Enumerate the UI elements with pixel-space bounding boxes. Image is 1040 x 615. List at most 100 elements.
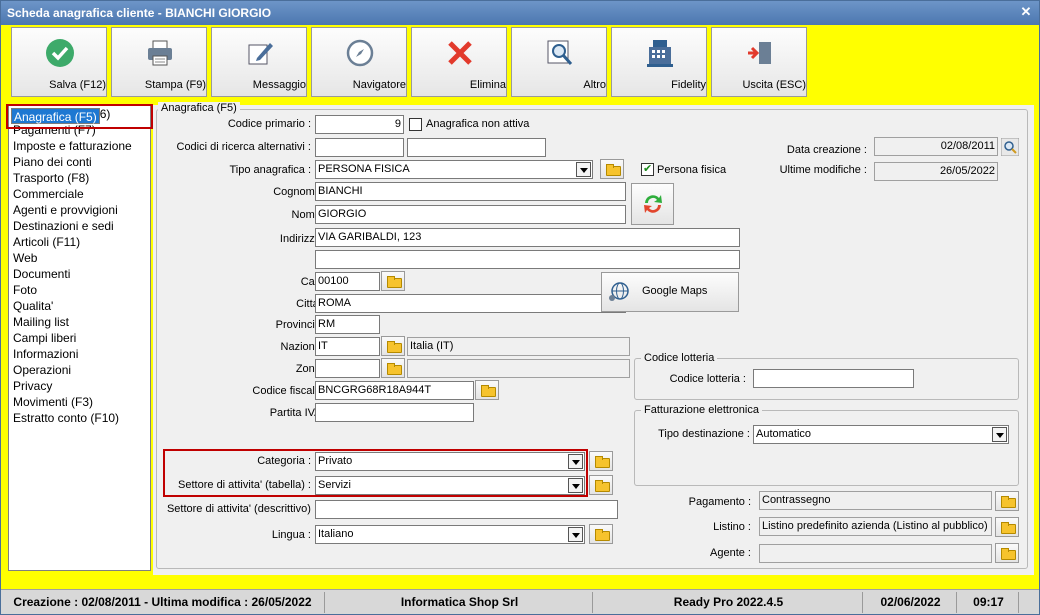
codici-alt-input-1[interactable]	[315, 138, 404, 157]
print-button[interactable]: Stampa (F9)	[111, 27, 207, 97]
exit-button[interactable]: Uscita (ESC)	[711, 27, 807, 97]
lotteria-group-title: Codice lotteria	[641, 352, 718, 364]
nav-item-destinazioni[interactable]: Destinazioni e sedi	[9, 218, 150, 234]
exit-label: Uscita (ESC)	[742, 79, 806, 91]
folder-icon[interactable]	[381, 336, 405, 356]
delete-button[interactable]: Elimina	[411, 27, 507, 97]
tipo-dest-value: Automatico	[756, 428, 812, 440]
folder-icon[interactable]	[475, 380, 499, 400]
codice-primario-input[interactable]: 9	[315, 115, 404, 134]
other-label: Altro	[583, 79, 606, 91]
zona-input[interactable]	[315, 359, 380, 378]
client-record-window: Scheda anagrafica cliente - BIANCHI GIOR…	[0, 0, 1040, 615]
message-button[interactable]: Messaggio	[211, 27, 307, 97]
nav-item-mailing[interactable]: Mailing list	[9, 314, 150, 330]
other-button[interactable]: Altro	[511, 27, 607, 97]
folder-icon[interactable]	[995, 543, 1019, 563]
nav-item-commerciale[interactable]: Commerciale	[9, 186, 150, 202]
lotteria-label: Codice lotteria :	[669, 373, 746, 385]
message-label: Messaggio	[252, 79, 306, 91]
save-label: Salva (F12)	[49, 79, 106, 91]
save-button[interactable]: Salva (F12)	[11, 27, 107, 97]
folder-icon[interactable]	[589, 475, 613, 495]
nav-item-documenti[interactable]: Documenti	[9, 266, 150, 282]
magnifier-icon[interactable]	[1001, 138, 1019, 156]
status-bar: Creazione : 02/08/2011 - Ultima modifica…	[1, 589, 1039, 614]
persona-fisica-checkbox[interactable]	[641, 162, 654, 176]
lingua-label: Lingua :	[271, 529, 311, 541]
listino-field: Listino predefinito azienda (Listino al …	[759, 517, 992, 536]
nazione-input[interactable]: IT	[315, 337, 380, 356]
fe-group	[634, 410, 1019, 486]
fidelity-label: Fidelity	[671, 79, 706, 91]
folder-icon[interactable]	[381, 271, 405, 291]
nav-item-imposte[interactable]: Imposte e fatturazione	[9, 138, 150, 154]
fidelity-button[interactable]: Fidelity	[611, 27, 707, 97]
ultime-modifiche-field: 26/05/2022	[874, 162, 998, 181]
google-maps-label: Google Maps	[642, 285, 708, 297]
agente-field	[759, 544, 992, 563]
chevron-down-icon[interactable]	[576, 162, 591, 177]
folder-icon[interactable]	[995, 491, 1019, 511]
cf-input[interactable]: BNCGRG68R18A944T	[315, 381, 474, 400]
indirizzo-input[interactable]: VIA GARIBALDI, 123	[315, 228, 740, 247]
codici-alt-input-2[interactable]	[407, 138, 546, 157]
non-attiva-checkbox[interactable]	[409, 118, 422, 131]
window-title: Scheda anagrafica cliente - BIANCHI GIOR…	[7, 6, 272, 20]
data-creazione-field: 02/08/2011	[874, 137, 998, 156]
lotteria-input[interactable]	[753, 369, 914, 388]
folder-icon[interactable]	[600, 159, 624, 179]
chevron-down-icon[interactable]	[568, 527, 583, 542]
pagamento-label: Pagamento :	[688, 496, 751, 508]
nav-item-articoli[interactable]: Articoli (F11)	[9, 234, 150, 250]
nav-item-campi-liberi[interactable]: Campi liberi	[9, 330, 150, 346]
settore-desc-input[interactable]	[315, 500, 618, 519]
settore-desc-label: Settore di attivita' (descrittivo) :	[166, 503, 317, 515]
google-maps-button[interactable]: Google Maps	[601, 272, 739, 312]
nav-item-privacy[interactable]: Privacy	[9, 378, 150, 394]
cognome-input[interactable]: BIANCHI	[315, 182, 626, 201]
folder-icon[interactable]	[589, 524, 613, 544]
close-icon[interactable]: ✕	[1019, 5, 1033, 19]
nav-item-qualita[interactable]: Qualita'	[9, 298, 150, 314]
lingua-select[interactable]: Italiano	[315, 525, 585, 544]
nav-item-estratto-conto[interactable]: Estratto conto (F10)	[9, 410, 150, 426]
title-bar: Scheda anagrafica cliente - BIANCHI GIOR…	[1, 1, 1039, 25]
nome-input[interactable]: GIORGIO	[315, 205, 626, 224]
status-azienda: Informatica Shop Srl	[327, 592, 593, 613]
folder-icon[interactable]	[589, 451, 613, 471]
nav-item-movimenti[interactable]: Movimenti (F3)	[9, 394, 150, 410]
indirizzo2-input[interactable]	[315, 250, 740, 269]
codici-alt-label: Codici di ricerca alternativi :	[176, 141, 312, 153]
globe-icon	[609, 282, 629, 301]
tipo-dest-select[interactable]: Automatico	[753, 425, 1009, 444]
tipo-anagrafica-label: Tipo anagrafica :	[229, 164, 311, 176]
nav-item-operazioni[interactable]: Operazioni	[9, 362, 150, 378]
swap-names-button[interactable]	[631, 183, 674, 225]
nav-item-foto[interactable]: Foto	[9, 282, 150, 298]
tipo-anagrafica-value: PERSONA FISICA	[318, 163, 410, 175]
chevron-down-icon[interactable]	[992, 427, 1007, 442]
fe-group-title: Fatturazione elettronica	[641, 404, 762, 416]
cap-input[interactable]: 00100	[315, 272, 380, 291]
print-label: Stampa (F9)	[144, 79, 206, 91]
status-creazione: Creazione : 02/08/2011 - Ultima modifica…	[1, 592, 325, 613]
nav-item-web[interactable]: Web	[9, 250, 150, 266]
magnifier-icon	[547, 40, 573, 65]
tipo-anagrafica-select[interactable]: PERSONA FISICA	[315, 160, 593, 179]
navigator-button[interactable]: Navigatore	[311, 27, 407, 97]
nav-item-agenti[interactable]: Agenti e provvigioni	[9, 202, 150, 218]
folder-icon[interactable]	[381, 358, 405, 378]
piva-input[interactable]	[315, 403, 474, 422]
nav-item-piano-conti[interactable]: Piano dei conti	[9, 154, 150, 170]
lingua-value: Italiano	[318, 528, 354, 540]
navigator-label: Navigatore	[352, 79, 406, 91]
nav-item-informazioni[interactable]: Informazioni	[9, 346, 150, 362]
citta-input[interactable]: ROMA	[315, 294, 626, 313]
provincia-input[interactable]: RM	[315, 315, 380, 334]
status-ora: 09:17	[959, 592, 1019, 613]
nav-item-trasporto[interactable]: Trasporto (F8)	[9, 170, 150, 186]
printer-icon	[148, 40, 172, 66]
folder-icon[interactable]	[995, 517, 1019, 537]
status-versione: Ready Pro 2022.4.5	[595, 592, 863, 613]
